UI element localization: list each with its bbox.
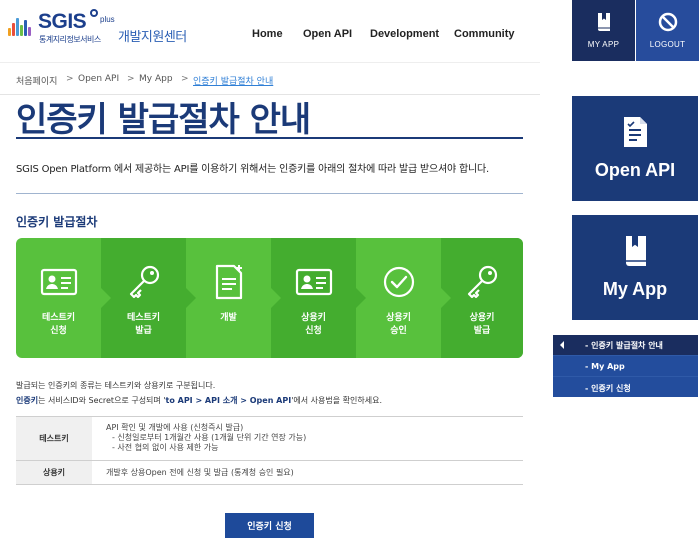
key-icon (462, 262, 502, 302)
check-circle-icon (379, 262, 419, 302)
my-app-button[interactable]: MY APP (572, 0, 635, 61)
step-label: 상용키 신청 (301, 313, 326, 336)
logo-pin-icon (90, 9, 98, 17)
step-arrow (186, 288, 196, 308)
intro-text: SGIS Open Platform 에서 제공하는 API를 이용하기 위해서… (16, 164, 489, 175)
step-test-key-apply: 테스트키 신청 (16, 238, 111, 358)
side-menu: - 인증키 발급절차 안내 - My App - 인증키 신청 (553, 335, 698, 397)
row-cell: - 사전 협의 없이 사용 제한 가능 (112, 443, 219, 452)
site-header: SGIS plus 통계지리정보서비스 개발지원센터 Home Open API… (0, 0, 700, 62)
ban-icon (658, 12, 678, 36)
logo-plus: plus (100, 15, 115, 24)
key-usage-note: 인증키는 서비스ID와 Secret으로 구성되며 'to API > API … (16, 395, 382, 406)
step-label: 개발 (220, 313, 237, 323)
open-api-card-label: Open API (594, 160, 676, 180)
book-icon (595, 12, 613, 36)
book-icon (622, 235, 648, 271)
open-api-card[interactable]: Open API (572, 96, 698, 201)
logout-label: LOGOUT (649, 40, 686, 49)
step-label: 테스트키 신청 (41, 313, 76, 336)
key-usage-text-end: '에서 사용법을 확인하세요. (291, 396, 382, 405)
sgis-logo[interactable]: SGIS plus 통계지리정보서비스 개발지원센터 (8, 9, 188, 46)
breadcrumb-separator: > (181, 74, 189, 84)
side-menu-label: - My App (585, 362, 625, 371)
step-arrow (271, 288, 281, 308)
step-label: 상용키 발급 (469, 313, 495, 336)
step-commercial-key-apply: 상용키 신청 (271, 238, 366, 358)
dev-center-title: 개발지원센터 (118, 30, 187, 45)
row-cell: - 신청일로부터 1개월간 사용 (1개월 단위 기간 연장 가능) (112, 433, 307, 442)
step-label: 상용키 승인 (386, 313, 411, 336)
row-header-test-key: 테스트키 (16, 417, 92, 460)
row-header-commercial-key: 상용키 (16, 461, 92, 484)
breadcrumb-home[interactable]: 처음페이지 (16, 74, 57, 87)
breadcrumb-open-api[interactable]: Open API (78, 74, 119, 84)
table-row: 상용키 개발후 상용Open 전에 신청 및 발급 (통계청 승인 필요) (16, 461, 523, 485)
logo-subtitle: 통계지리정보서비스 (39, 35, 101, 44)
issuance-steps: 테스트키 신청 테스트키 발급 개발 상용키 신청 상용키 승인 상용키 발급 (16, 238, 523, 358)
caret-left-icon (560, 341, 564, 349)
my-app-label: MY APP (587, 40, 620, 49)
step-arrow (356, 288, 366, 308)
side-menu-label: - 인증키 신청 (585, 384, 631, 393)
side-menu-item-key-procedure[interactable]: - 인증키 발급절차 안내 (553, 335, 698, 355)
table-row: 테스트키 API 확인 및 개발에 사용 (신청즉시 발급) - 신청일로부터 … (16, 417, 523, 461)
logo-brand: SGIS (38, 10, 87, 33)
step-test-key-issue: 테스트키 발급 (101, 238, 196, 358)
intro-divider (16, 193, 523, 194)
breadcrumb: 처음페이지 > Open API > My App > 인증키 발급절차 안내 (0, 62, 540, 95)
step-development: 개발 (186, 238, 281, 358)
nav-home[interactable]: Home (252, 28, 283, 40)
step-arrow (441, 288, 451, 308)
step-label: 테스트키 발급 (126, 313, 161, 336)
my-app-card[interactable]: My App (572, 215, 698, 320)
nav-community[interactable]: Community (454, 28, 515, 40)
api-intro-link[interactable]: to API > API 소개 > Open API (166, 396, 292, 405)
key-icon (124, 262, 164, 302)
breadcrumb-my-app[interactable]: My App (139, 74, 173, 84)
key-type-table: 테스트키 API 확인 및 개발에 사용 (신청즉시 발급) - 신청일로부터 … (16, 416, 523, 485)
key-types-note: 발급되는 인증키의 종류는 테스트키와 상용키로 구분됩니다. (16, 381, 216, 390)
page-title: 인증키 발급절차 안내 (16, 100, 311, 140)
side-menu-item-key-apply[interactable]: - 인증키 신청 (553, 376, 698, 397)
document-edit-icon (209, 262, 249, 302)
side-menu-label: - 인증키 발급절차 안내 (585, 341, 663, 350)
breadcrumb-separator: > (127, 74, 135, 84)
logout-button[interactable]: LOGOUT (636, 0, 699, 61)
id-card-icon (294, 262, 334, 302)
id-card-icon (39, 262, 79, 302)
nav-open-api[interactable]: Open API (303, 28, 352, 40)
my-app-card-label: My App (602, 279, 668, 299)
document-icon (622, 116, 648, 152)
key-usage-text: 는 서비스ID와 Secret으로 구성되며 ' (38, 396, 166, 405)
breadcrumb-separator: > (66, 74, 74, 84)
section-title: 인증키 발급절차 (16, 215, 98, 229)
row-cell: 개발후 상용Open 전에 신청 및 발급 (통계청 승인 필요) (106, 468, 294, 477)
side-menu-item-my-app[interactable]: - My App (553, 355, 698, 376)
breadcrumb-current[interactable]: 인증키 발급절차 안내 (193, 74, 273, 87)
apply-key-button[interactable]: 인증키 신청 (225, 513, 314, 538)
step-commercial-key-issue: 상용키 발급 (441, 238, 523, 358)
row-cell: API 확인 및 개발에 사용 (신청즉시 발급) (106, 423, 244, 432)
title-divider (16, 137, 523, 139)
step-arrow (101, 288, 111, 308)
logo-bars-icon (8, 14, 36, 36)
step-commercial-key-approve: 상용키 승인 (356, 238, 451, 358)
key-term: 인증키 (16, 396, 39, 405)
nav-development[interactable]: Development (370, 28, 439, 40)
